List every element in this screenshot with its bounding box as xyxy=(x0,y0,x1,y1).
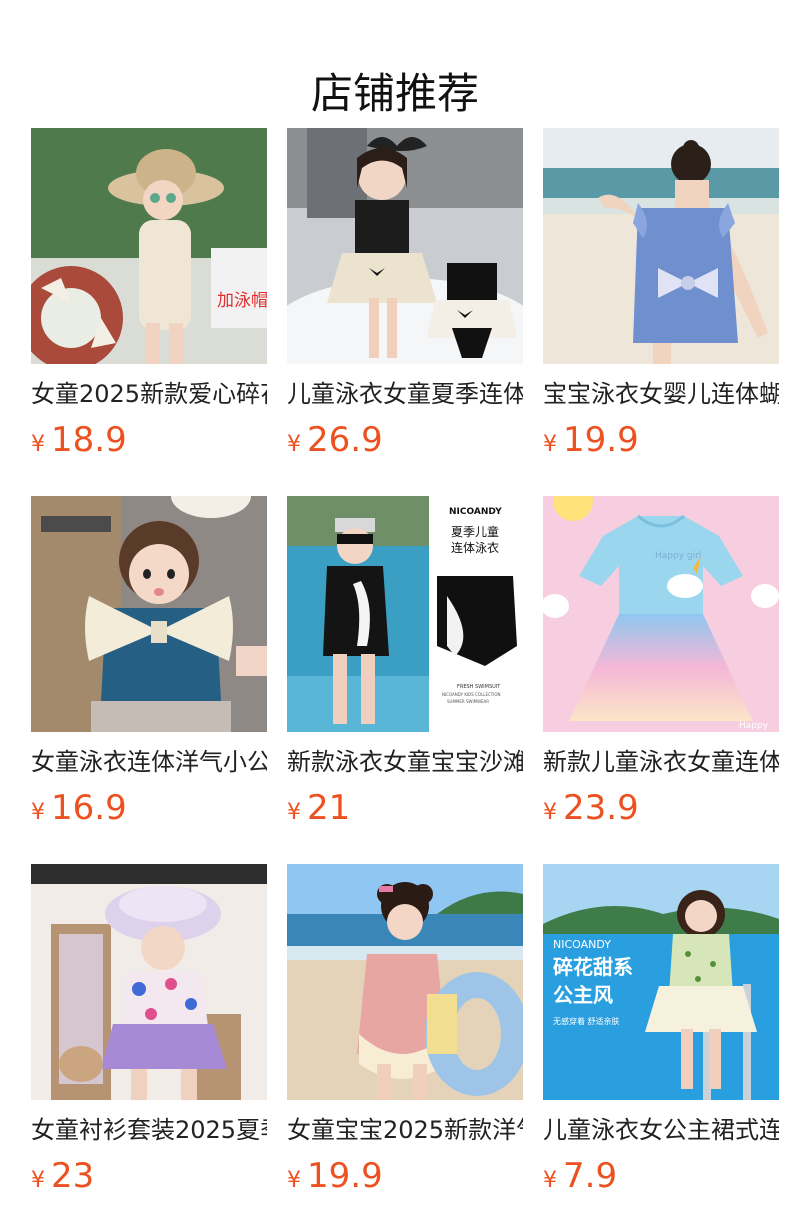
price-amount: 7.9 xyxy=(563,1156,618,1196)
product-photo-black-white-dress-swimsuit xyxy=(287,128,523,364)
price-amount: 19.9 xyxy=(563,420,639,460)
product-card[interactable]: NICOANDY 碎花甜系 公主风 无感穿着 舒适亲肤 儿童泳衣女公主裙式连体泳… xyxy=(543,864,779,1200)
product-price: ¥21 xyxy=(287,786,523,830)
price-amount: 19.9 xyxy=(307,1156,383,1196)
product-image[interactable]: NICOANDY 夏季儿童 连体泳衣 FRESH SWIMSUIT NICOAN… xyxy=(287,496,523,732)
image-text-top: Happy girl xyxy=(655,551,701,561)
image-tagline: 无感穿着 舒适亲肤 xyxy=(553,1016,620,1026)
product-photo-pink-swimsuit-float xyxy=(287,864,523,1100)
image-text-bottom: Happy xyxy=(739,721,769,731)
product-image[interactable]: 加泳帽 xyxy=(31,128,267,364)
product-name[interactable]: 新款儿童泳衣女童连体独角兽泳衣 xyxy=(543,746,779,780)
product-card[interactable]: 加泳帽 女童2025新款爱心碎花连体泳衣 ¥18.9 xyxy=(31,128,267,464)
currency-symbol: ¥ xyxy=(287,1168,301,1193)
currency-symbol: ¥ xyxy=(31,432,45,457)
image-footer-1: FRESH SWIMSUIT xyxy=(457,684,501,690)
product-photo-floral-princess-dress: NICOANDY 碎花甜系 公主风 无感穿着 舒适亲肤 xyxy=(543,864,779,1100)
currency-symbol: ¥ xyxy=(31,800,45,825)
product-card[interactable]: 宝宝泳衣女婴儿连体蝴蝶结泳衣 ¥19.9 xyxy=(543,128,779,464)
image-brand: NICOANDY xyxy=(449,507,502,517)
currency-symbol: ¥ xyxy=(287,800,301,825)
price-amount: 26.9 xyxy=(307,420,383,460)
product-image[interactable]: Happy girl Happy xyxy=(543,496,779,732)
product-card[interactable]: 女童泳衣连体洋气小公主泳衣 ¥16.9 xyxy=(31,496,267,832)
currency-symbol: ¥ xyxy=(31,1168,45,1193)
product-name[interactable]: 儿童泳衣女童夏季连体裙式泳衣 xyxy=(287,378,523,412)
product-grid: 加泳帽 女童2025新款爱心碎花连体泳衣 ¥18.9 xyxy=(31,128,779,1200)
product-image[interactable] xyxy=(543,128,779,364)
price-amount: 18.9 xyxy=(51,420,127,460)
product-price: ¥23 xyxy=(31,1154,267,1198)
image-label: 加泳帽 xyxy=(217,291,267,311)
currency-symbol: ¥ xyxy=(543,800,557,825)
product-name[interactable]: 儿童泳衣女公主裙式连体泳衣 xyxy=(543,1114,779,1148)
image-headline-2: 公主风 xyxy=(553,983,613,1007)
product-photo-beach-blue-bow xyxy=(543,128,779,364)
product-image[interactable] xyxy=(287,864,523,1100)
product-image[interactable] xyxy=(31,864,267,1100)
product-price: ¥7.9 xyxy=(543,1154,779,1198)
product-image[interactable] xyxy=(287,128,523,364)
currency-symbol: ¥ xyxy=(287,432,301,457)
image-footer-3: SUMMER SWIMWEAR xyxy=(447,699,489,704)
price-amount: 23 xyxy=(51,1156,95,1196)
image-headline-1: 夏季儿童 xyxy=(451,524,499,539)
price-amount: 21 xyxy=(307,788,351,828)
product-image[interactable]: NICOANDY 碎花甜系 公主风 无感穿着 舒适亲肤 xyxy=(543,864,779,1100)
product-image[interactable] xyxy=(31,496,267,732)
currency-symbol: ¥ xyxy=(543,1168,557,1193)
product-price: ¥26.9 xyxy=(287,418,523,462)
product-card[interactable]: NICOANDY 夏季儿童 连体泳衣 FRESH SWIMSUIT NICOAN… xyxy=(287,496,523,832)
price-amount: 23.9 xyxy=(563,788,639,828)
product-photo-blue-bow-swimsuit xyxy=(31,496,267,732)
product-photo-girl-sunhat: 加泳帽 xyxy=(31,128,267,364)
product-price: ¥18.9 xyxy=(31,418,267,462)
product-name[interactable]: 女童宝宝2025新款洋气泳衣 xyxy=(287,1114,523,1148)
product-card[interactable]: 儿童泳衣女童夏季连体裙式泳衣 ¥26.9 xyxy=(287,128,523,464)
image-brand: NICOANDY xyxy=(553,938,611,951)
image-headline-2: 连体泳衣 xyxy=(451,540,499,555)
image-headline-1: 碎花甜系 xyxy=(553,955,633,979)
image-footer-2: NICOANDY KIDS COLLECTION xyxy=(442,692,501,697)
product-name[interactable]: 女童衬衫套装2025夏季泳衣 xyxy=(31,1114,267,1148)
product-photo-black-longsleeve-swimsuit: NICOANDY 夏季儿童 连体泳衣 FRESH SWIMSUIT NICOAN… xyxy=(287,496,523,732)
product-price: ¥16.9 xyxy=(31,786,267,830)
product-card[interactable]: Happy girl Happy 新款儿童泳衣女童连体独角兽泳衣 ¥23.9 xyxy=(543,496,779,832)
product-card[interactable]: 女童衬衫套装2025夏季泳衣 ¥23 xyxy=(31,864,267,1200)
product-name[interactable]: 新款泳衣女童宝宝沙滩连体泳衣 xyxy=(287,746,523,780)
product-card[interactable]: 女童宝宝2025新款洋气泳衣 ¥19.9 xyxy=(287,864,523,1200)
product-name[interactable]: 女童2025新款爱心碎花连体泳衣 xyxy=(31,378,267,412)
product-price: ¥19.9 xyxy=(287,1154,523,1198)
currency-symbol: ¥ xyxy=(543,432,557,457)
product-photo-floral-shirt-set xyxy=(31,864,267,1100)
section-title: 店铺推荐 xyxy=(310,69,479,119)
product-name[interactable]: 宝宝泳衣女婴儿连体蝴蝶结泳衣 xyxy=(543,378,779,412)
product-price: ¥19.9 xyxy=(543,418,779,462)
price-amount: 16.9 xyxy=(51,788,127,828)
product-photo-unicorn-dress: Happy girl Happy xyxy=(543,496,779,732)
product-name[interactable]: 女童泳衣连体洋气小公主泳衣 xyxy=(31,746,267,780)
product-price: ¥23.9 xyxy=(543,786,779,830)
